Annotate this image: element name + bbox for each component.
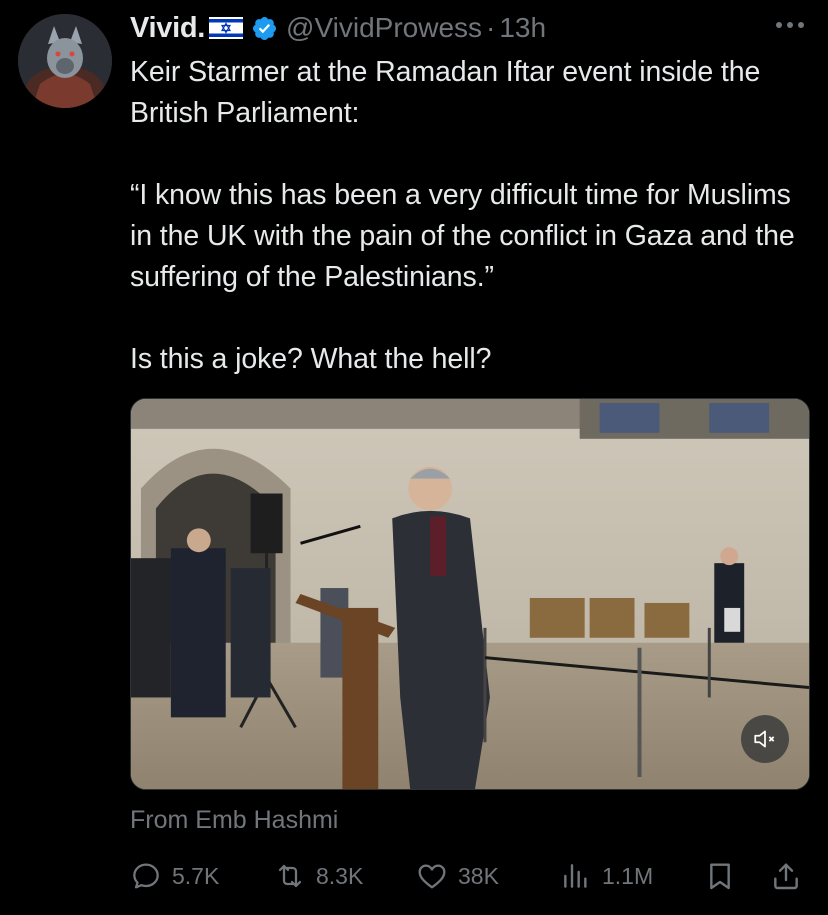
separator-dot: · xyxy=(486,12,496,43)
like-button[interactable]: 38K xyxy=(416,850,499,902)
reply-count: 5.7K xyxy=(172,862,220,889)
bookmark-icon xyxy=(710,863,730,890)
tweet-text-line: “I know this has been a very difficult t… xyxy=(130,179,795,293)
views-chart-icon xyxy=(564,864,587,888)
tweet-text: Keir Starmer at the Ramadan Iftar event … xyxy=(130,52,810,380)
avatar-image xyxy=(18,14,112,108)
reply-button[interactable]: 5.7K xyxy=(130,850,219,902)
speaker-muted-icon xyxy=(754,730,775,748)
author-display-name[interactable]: Vivid. xyxy=(130,12,205,45)
views-button[interactable]: 1.1M xyxy=(560,850,653,902)
action-bar: 5.7K 8.3K 38K 1.1M xyxy=(130,850,810,902)
repost-button[interactable]: 8.3K xyxy=(274,850,363,902)
repost-icon xyxy=(278,864,302,888)
views-count: 1.1M xyxy=(602,862,654,889)
reply-icon xyxy=(133,863,159,889)
mute-toggle-button[interactable] xyxy=(741,715,789,763)
tweet-timestamp[interactable]: 13h xyxy=(499,12,546,44)
share-button[interactable] xyxy=(770,850,802,902)
video-attribution[interactable]: From Emb Hashmi xyxy=(130,806,338,835)
video-frame xyxy=(131,399,809,789)
like-count: 38K xyxy=(458,862,499,889)
avatar[interactable] xyxy=(18,14,112,108)
author-handle[interactable]: @VividProwess xyxy=(286,12,482,44)
verified-badge-icon xyxy=(243,15,278,42)
repost-count: 8.3K xyxy=(316,862,364,889)
bookmark-button[interactable] xyxy=(704,850,736,902)
share-icon xyxy=(774,863,798,890)
tweet-header: Vivid. @VividProwess · 13h xyxy=(130,10,546,46)
heart-icon xyxy=(418,864,446,889)
video-player[interactable] xyxy=(130,398,810,790)
israel-flag-icon xyxy=(209,17,244,39)
tweet-text-line: Is this a joke? What the hell? xyxy=(130,343,492,375)
more-options-icon[interactable] xyxy=(774,18,806,30)
tweet-text-line: Keir Starmer at the Ramadan Iftar event … xyxy=(130,56,761,129)
